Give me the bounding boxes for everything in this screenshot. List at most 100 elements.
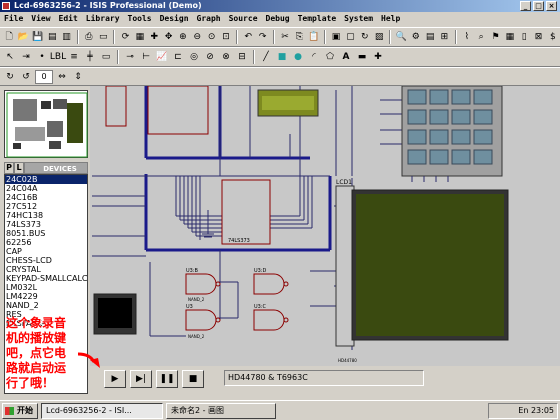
search-tag-icon[interactable]: ⌕ bbox=[475, 30, 487, 44]
block-move-icon[interactable]: ▢ bbox=[344, 30, 356, 44]
device-item[interactable]: 24C02B bbox=[5, 175, 87, 184]
menu-edit[interactable]: Edit bbox=[55, 12, 82, 26]
device-item[interactable]: 74LS373 bbox=[5, 220, 87, 229]
copy-icon[interactable]: ⎘ bbox=[293, 30, 305, 44]
tab-library[interactable]: L bbox=[14, 162, 24, 174]
rotation-angle-field[interactable]: 0 bbox=[35, 69, 53, 84]
device-item[interactable]: LM4229 bbox=[5, 292, 87, 301]
taskbar-item-paint[interactable]: 未命名2 - 画图 bbox=[166, 402, 276, 419]
tab-pick[interactable]: P bbox=[4, 162, 14, 174]
virtual-instrument-icon[interactable]: ⊟ bbox=[235, 50, 249, 64]
wire-label-icon[interactable]: LBL bbox=[50, 50, 66, 64]
arc-icon[interactable]: ◜ bbox=[307, 50, 321, 64]
taskbar-item-isis[interactable]: Lcd-6963256-2 - ISI... bbox=[41, 402, 163, 419]
line-icon[interactable]: ╱ bbox=[259, 50, 273, 64]
device-item[interactable]: CRYSTAL bbox=[5, 265, 87, 274]
mirror-horizontal-icon[interactable]: ⇔ bbox=[55, 70, 69, 84]
block-copy-icon[interactable]: ▣ bbox=[330, 30, 342, 44]
paste-icon[interactable]: 📋 bbox=[308, 30, 320, 44]
subcircuit-icon[interactable]: ▭ bbox=[99, 50, 113, 64]
minimize-button[interactable]: _ bbox=[520, 1, 531, 11]
junction-icon[interactable]: • bbox=[35, 50, 49, 64]
device-item[interactable]: 62256 bbox=[5, 238, 87, 247]
graph-icon[interactable]: 📈 bbox=[155, 50, 169, 64]
menu-system[interactable]: System bbox=[340, 12, 377, 26]
menu-debug[interactable]: Debug bbox=[262, 12, 294, 26]
play-button[interactable]: ▶ bbox=[104, 370, 126, 388]
component-mode-icon[interactable]: ⇥ bbox=[19, 50, 33, 64]
zoom-all-icon[interactable]: ⊙ bbox=[205, 30, 217, 44]
bom-icon[interactable]: $ bbox=[547, 30, 559, 44]
device-item[interactable]: KEYPAD-SMALLCALC bbox=[5, 274, 87, 283]
device-item[interactable]: 8051.BUS bbox=[5, 229, 87, 238]
mirror-vertical-icon[interactable]: ⇕ bbox=[71, 70, 85, 84]
stop-button[interactable]: ■ bbox=[182, 370, 204, 388]
undo-icon[interactable]: ↶ bbox=[242, 30, 254, 44]
block-delete-icon[interactable]: ▨ bbox=[373, 30, 385, 44]
maximize-button[interactable]: □ bbox=[533, 1, 544, 11]
symbol-icon[interactable]: ▬ bbox=[355, 50, 369, 64]
menu-help[interactable]: Help bbox=[377, 12, 404, 26]
menu-design[interactable]: Design bbox=[156, 12, 193, 26]
design-explorer-icon[interactable]: ▦ bbox=[504, 30, 516, 44]
package-tool-icon[interactable]: ▤ bbox=[424, 30, 436, 44]
schematic-canvas[interactable]: 74LS373 LCD1 HD44780 U3:B U3:D U3 U3:C N… bbox=[90, 86, 560, 366]
device-item[interactable]: 24C16B bbox=[5, 193, 87, 202]
pause-button[interactable]: ❚❚ bbox=[156, 370, 178, 388]
text-script-icon[interactable]: ≡ bbox=[67, 50, 81, 64]
tape-icon[interactable]: ⊏ bbox=[171, 50, 185, 64]
marker-icon[interactable]: ✚ bbox=[371, 50, 385, 64]
menu-template[interactable]: Template bbox=[294, 12, 341, 26]
menu-source[interactable]: Source bbox=[225, 12, 262, 26]
wire-autoroute-icon[interactable]: ⌇ bbox=[461, 30, 473, 44]
zoom-out-icon[interactable]: ⊖ bbox=[191, 30, 203, 44]
origin-icon[interactable]: ✚ bbox=[148, 30, 160, 44]
decompose-icon[interactable]: ⊞ bbox=[438, 30, 450, 44]
redo-icon[interactable]: ↷ bbox=[257, 30, 269, 44]
menu-file[interactable]: File bbox=[0, 12, 27, 26]
device-pin-icon[interactable]: ⊢ bbox=[139, 50, 153, 64]
selection-mode-icon[interactable]: ↖ bbox=[3, 50, 17, 64]
circle-icon[interactable]: ● bbox=[291, 50, 305, 64]
pan-icon[interactable]: ✥ bbox=[162, 30, 174, 44]
block-rotate-icon[interactable]: ↻ bbox=[359, 30, 371, 44]
path-icon[interactable]: ⬠ bbox=[323, 50, 337, 64]
device-item[interactable]: 24C04A bbox=[5, 184, 87, 193]
text-icon[interactable]: A bbox=[339, 50, 353, 64]
new-file-icon[interactable]: 🗋 bbox=[3, 30, 15, 44]
latch-chip[interactable] bbox=[221, 179, 271, 245]
box-icon[interactable]: ■ bbox=[275, 50, 289, 64]
new-sheet-icon[interactable]: ▯ bbox=[518, 30, 530, 44]
current-probe-icon[interactable]: ⊗ bbox=[219, 50, 233, 64]
device-item[interactable]: LM032L bbox=[5, 283, 87, 292]
ic-top-left[interactable] bbox=[105, 86, 127, 127]
print-area-icon[interactable]: ▭ bbox=[97, 30, 109, 44]
start-button[interactable]: 开始 bbox=[2, 402, 38, 419]
rotate-cw-icon[interactable]: ↻ bbox=[3, 70, 17, 84]
terminal-icon[interactable]: ⊸ bbox=[123, 50, 137, 64]
device-item[interactable]: 27C512 bbox=[5, 202, 87, 211]
device-item[interactable]: NAND_2 bbox=[5, 301, 87, 310]
overview-window[interactable] bbox=[4, 90, 88, 158]
print-icon[interactable]: ⎙ bbox=[83, 30, 95, 44]
rotate-ccw-icon[interactable]: ↺ bbox=[19, 70, 33, 84]
open-file-icon[interactable]: 📂 bbox=[17, 30, 29, 44]
bus-icon[interactable]: ╪ bbox=[83, 50, 97, 64]
pick-device-icon[interactable]: 🔍 bbox=[395, 30, 407, 44]
language-indicator[interactable]: En bbox=[518, 406, 528, 415]
redraw-icon[interactable]: ⟳ bbox=[119, 30, 131, 44]
remove-sheet-icon[interactable]: ⊠ bbox=[532, 30, 544, 44]
menu-graph[interactable]: Graph bbox=[193, 12, 225, 26]
ic-top[interactable] bbox=[147, 86, 209, 135]
property-assign-icon[interactable]: ⚑ bbox=[489, 30, 501, 44]
save-icon[interactable]: 💾 bbox=[32, 30, 44, 44]
export-icon[interactable]: ▥ bbox=[60, 30, 72, 44]
import-icon[interactable]: ▤ bbox=[46, 30, 58, 44]
menu-tools[interactable]: Tools bbox=[124, 12, 156, 26]
cut-icon[interactable]: ✂ bbox=[279, 30, 291, 44]
zoom-area-icon[interactable]: ⊡ bbox=[220, 30, 232, 44]
menu-library[interactable]: Library bbox=[82, 12, 124, 26]
make-device-icon[interactable]: ⚙ bbox=[410, 30, 422, 44]
device-item[interactable]: 74HC138 bbox=[5, 211, 87, 220]
zoom-in-icon[interactable]: ⊕ bbox=[177, 30, 189, 44]
